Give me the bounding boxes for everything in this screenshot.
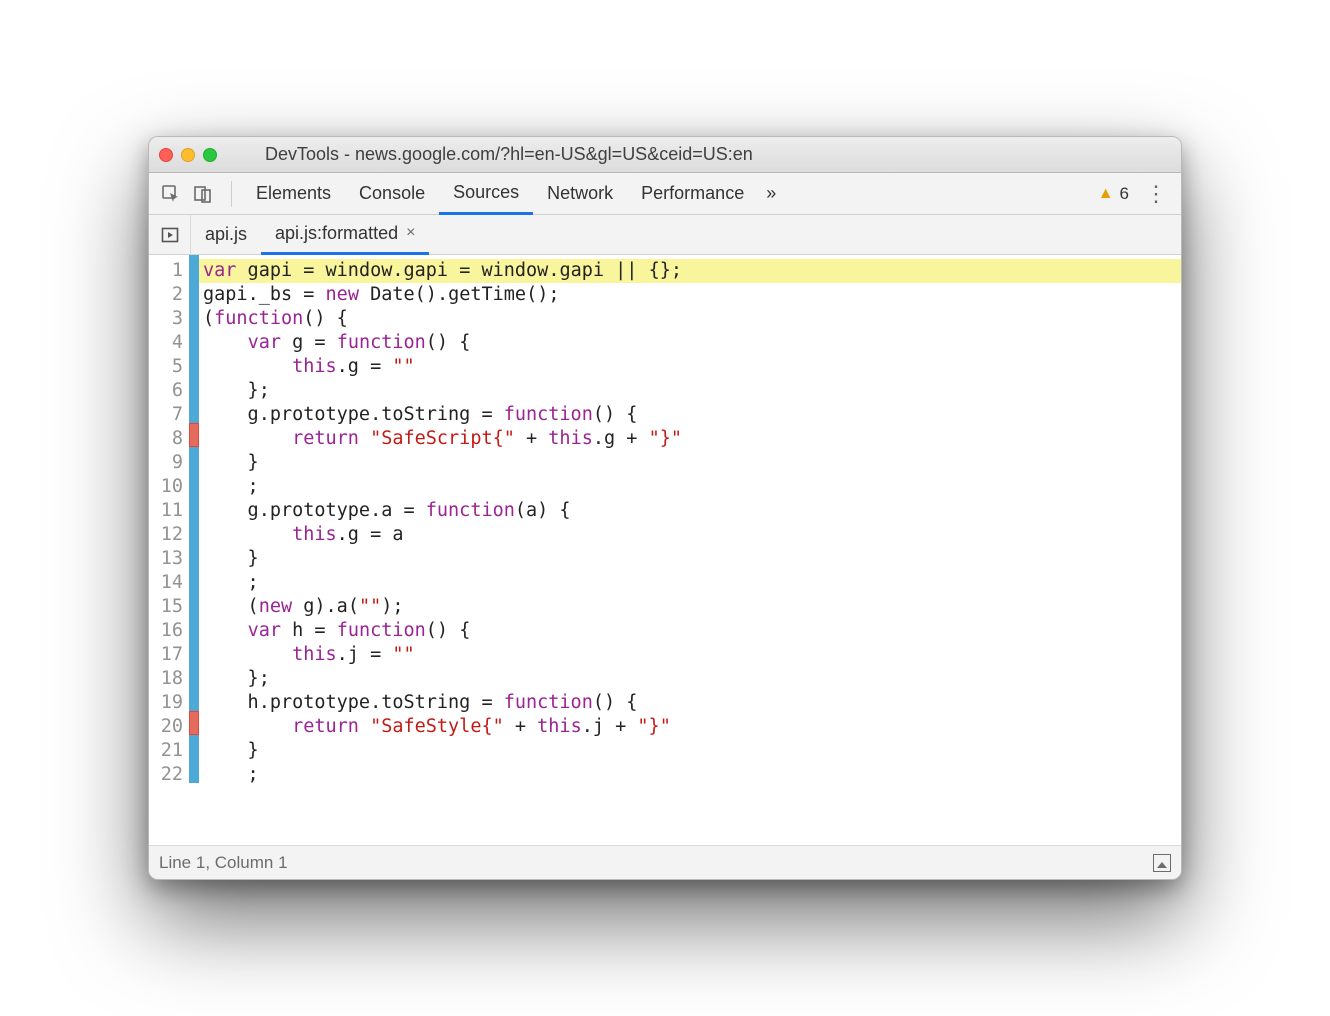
toggle-drawer-icon[interactable]	[1153, 854, 1171, 872]
file-tab-strip: api.js api.js:formatted ×	[149, 215, 1181, 255]
show-navigator-icon[interactable]	[149, 215, 191, 255]
code-editor[interactable]: 12345678910111213141516171819202122 var …	[149, 255, 1181, 845]
tab-sources[interactable]: Sources	[439, 173, 533, 215]
devtools-window: DevTools - news.google.com/?hl=en-US&gl=…	[148, 136, 1182, 880]
tab-console[interactable]: Console	[345, 173, 439, 215]
file-tab-api-js[interactable]: api.js	[191, 215, 261, 255]
close-window-button[interactable]	[159, 148, 173, 162]
minimize-window-button[interactable]	[181, 148, 195, 162]
coverage-gutter	[189, 255, 199, 845]
tab-network[interactable]: Network	[533, 173, 627, 215]
warnings-badge[interactable]: ▲ 6	[1098, 184, 1129, 204]
code-content[interactable]: var gapi = window.gapi = window.gapi || …	[199, 255, 1181, 845]
file-tab-api-js-formatted[interactable]: api.js:formatted ×	[261, 215, 429, 255]
inspect-element-icon[interactable]	[157, 180, 185, 208]
window-titlebar: DevTools - news.google.com/?hl=en-US&gl=…	[149, 137, 1181, 173]
cursor-position: Line 1, Column 1	[159, 853, 288, 873]
warning-count: 6	[1120, 184, 1129, 204]
device-toggle-icon[interactable]	[189, 180, 217, 208]
more-tabs-chevron-icon[interactable]: »	[758, 183, 784, 204]
toolbar-separator	[231, 181, 232, 207]
traffic-lights	[159, 148, 217, 162]
zoom-window-button[interactable]	[203, 148, 217, 162]
settings-menu-icon[interactable]: ⋮	[1139, 181, 1173, 207]
close-icon[interactable]: ×	[406, 224, 415, 242]
file-tab-label: api.js:formatted	[275, 223, 398, 244]
window-title: DevTools - news.google.com/?hl=en-US&gl=…	[265, 144, 753, 165]
warning-icon: ▲	[1098, 185, 1114, 203]
status-bar: Line 1, Column 1	[149, 845, 1181, 879]
tab-elements[interactable]: Elements	[242, 173, 345, 215]
line-number-gutter: 12345678910111213141516171819202122	[149, 255, 189, 845]
main-toolbar: Elements Console Sources Network Perform…	[149, 173, 1181, 215]
tab-performance[interactable]: Performance	[627, 173, 758, 215]
file-tab-label: api.js	[205, 224, 247, 245]
